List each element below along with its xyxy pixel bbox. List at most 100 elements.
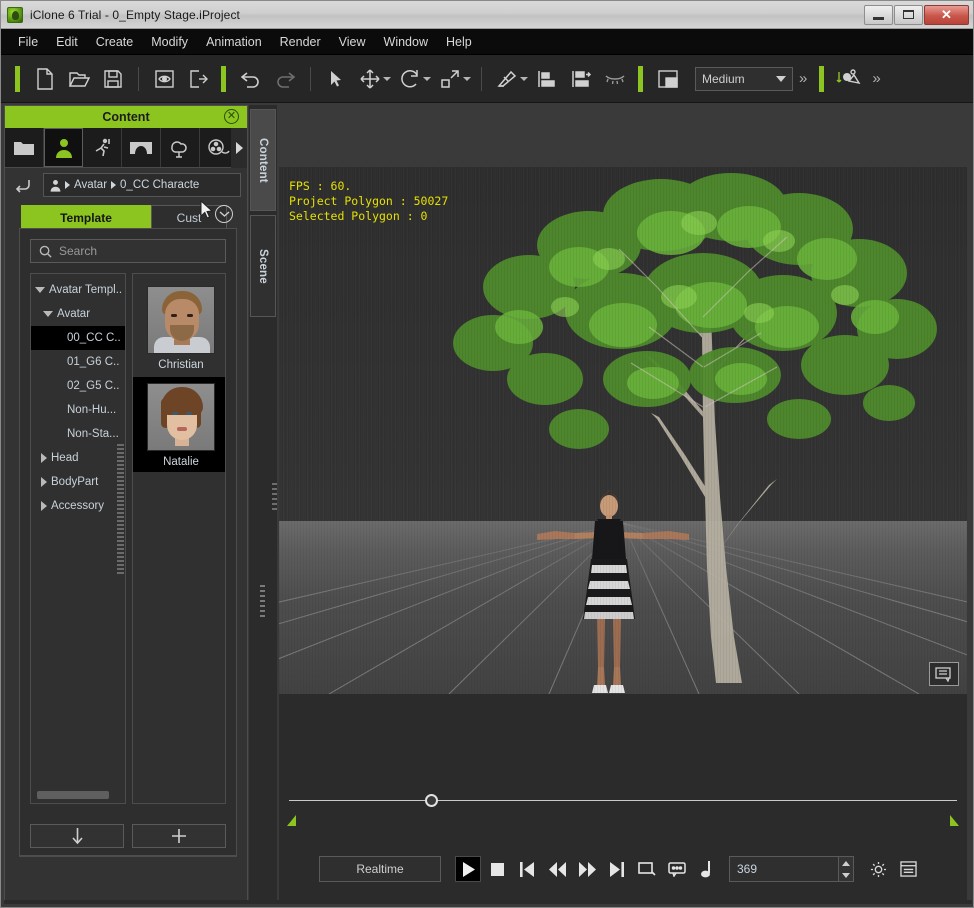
viewport-3d[interactable]: FPS : 60. Project Polygon : 50027 Select…: [279, 167, 967, 694]
dock-resize-handle[interactable]: [260, 585, 265, 619]
range-start-marker[interactable]: [287, 815, 296, 826]
search-input[interactable]: Search: [30, 239, 226, 263]
tab-stage[interactable]: [122, 128, 161, 167]
move-tool-dropdown[interactable]: [383, 76, 391, 81]
tree-item-head[interactable]: Head: [31, 446, 125, 470]
export-button[interactable]: [181, 62, 215, 96]
align-button[interactable]: [530, 62, 564, 96]
tree-item-label: 01_G6 C..: [67, 356, 120, 368]
menu-window[interactable]: Window: [375, 31, 437, 53]
tree-horizontal-scrollbar[interactable]: [37, 791, 109, 799]
menu-help[interactable]: Help: [437, 31, 481, 53]
render-video-button[interactable]: [832, 62, 866, 96]
rewind-button[interactable]: [543, 855, 571, 883]
open-project-button[interactable]: [62, 62, 96, 96]
list-item[interactable]: Natalie: [133, 377, 225, 472]
close-icon[interactable]: ✕: [224, 109, 239, 124]
prev-frame-button[interactable]: [513, 855, 541, 883]
toolbar-overflow-button[interactable]: »: [799, 71, 807, 86]
redo-button[interactable]: [268, 62, 302, 96]
play-button[interactable]: [455, 856, 481, 882]
tree-item-00-cc-character[interactable]: 00_CC C..: [31, 326, 125, 350]
audio-button[interactable]: [693, 855, 721, 883]
tree-item-label: Avatar Templ..: [49, 284, 123, 296]
frame-decrement-button[interactable]: [839, 869, 853, 881]
menu-view[interactable]: View: [330, 31, 375, 53]
maximize-button[interactable]: [894, 4, 923, 25]
align-distribute-button[interactable]: [564, 62, 598, 96]
content-browser: Search Avatar Templ.. Avatar 00_CC C.. 0…: [19, 228, 237, 857]
open-timeline-button[interactable]: [894, 855, 922, 883]
tree-item-avatar[interactable]: Avatar: [31, 302, 125, 326]
menu-animation[interactable]: Animation: [197, 31, 271, 53]
edit-motion-dropdown[interactable]: [520, 76, 528, 81]
tab-motion[interactable]: [83, 128, 122, 167]
undo-button[interactable]: [234, 62, 268, 96]
scale-tool-button[interactable]: [433, 62, 467, 96]
rotate-tool-dropdown[interactable]: [423, 76, 431, 81]
tab-prop[interactable]: [161, 128, 200, 167]
menu-render[interactable]: Render: [271, 31, 330, 53]
dock-tab-content[interactable]: Content: [250, 109, 276, 211]
breadcrumb-segment-cc-character[interactable]: 0_CC Characte: [120, 179, 199, 191]
dock-tab-scene[interactable]: Scene: [250, 215, 276, 317]
current-frame-input[interactable]: 369: [729, 856, 839, 882]
timeline-thumb[interactable]: [425, 794, 438, 807]
tree-item-02-g5-character[interactable]: 02_G5 C..: [31, 374, 125, 398]
tree-item-bodypart[interactable]: BodyPart: [31, 470, 125, 494]
scale-tool-dropdown[interactable]: [463, 76, 471, 81]
stop-button[interactable]: [483, 855, 511, 883]
menu-create[interactable]: Create: [87, 31, 143, 53]
menu-edit[interactable]: Edit: [47, 31, 87, 53]
tab-avatar[interactable]: [44, 128, 83, 167]
tree-item-non-standard[interactable]: Non-Sta...: [31, 422, 125, 446]
edit-motion-button[interactable]: [490, 62, 524, 96]
menu-modify[interactable]: Modify: [142, 31, 197, 53]
timeline-scrubber[interactable]: [289, 794, 957, 808]
menu-file[interactable]: File: [9, 31, 47, 53]
load-button[interactable]: [30, 824, 124, 848]
save-project-button[interactable]: [96, 62, 130, 96]
realtime-button[interactable]: Realtime: [319, 856, 441, 882]
select-tool-button[interactable]: [319, 62, 353, 96]
avatar-thumbnail-natalie: [147, 383, 215, 451]
hide-button[interactable]: [598, 62, 632, 96]
range-end-marker[interactable]: [950, 815, 959, 826]
mouse-cursor-icon: [199, 199, 215, 225]
close-button[interactable]: ✕: [924, 4, 969, 25]
frame-increment-button[interactable]: [839, 857, 853, 869]
loop-button[interactable]: [633, 855, 661, 883]
add-button[interactable]: [132, 824, 226, 848]
tree-item-avatar-templates[interactable]: Avatar Templ..: [31, 278, 125, 302]
tree-item-01-g6-character[interactable]: 01_G6 C..: [31, 350, 125, 374]
content-tabs-more-button[interactable]: [231, 128, 247, 168]
quality-select[interactable]: Medium: [695, 66, 793, 91]
search-placeholder: Search: [59, 244, 98, 258]
help-chevron-icon[interactable]: [215, 205, 233, 223]
subtitle-button[interactable]: [663, 855, 691, 883]
move-tool-button[interactable]: [353, 62, 387, 96]
next-frame-button[interactable]: [603, 855, 631, 883]
minimize-button[interactable]: [864, 4, 893, 25]
timeline-settings-button[interactable]: [864, 855, 892, 883]
breadcrumb-back-button[interactable]: [11, 174, 35, 196]
timeline-area: Realtime 369: [279, 694, 967, 902]
tree-vertical-scrollbar[interactable]: [117, 444, 124, 574]
timeline-track[interactable]: [289, 800, 957, 801]
toolbar-overflow-button-2[interactable]: »: [872, 71, 880, 86]
tab-template[interactable]: Template: [21, 205, 151, 229]
viewport-resize-handle[interactable]: [272, 483, 277, 513]
tab-folder[interactable]: [5, 128, 44, 167]
forward-button[interactable]: [573, 855, 601, 883]
tree-item-accessory[interactable]: Accessory: [31, 494, 125, 518]
new-project-button[interactable]: [28, 62, 62, 96]
viewport-layout-button[interactable]: [651, 62, 685, 96]
category-tree[interactable]: Avatar Templ.. Avatar 00_CC C.. 01_G6 C.…: [30, 273, 126, 804]
list-item[interactable]: Christian: [133, 280, 225, 375]
rotate-tool-button[interactable]: [393, 62, 427, 96]
preview-button[interactable]: [147, 62, 181, 96]
tree-item-non-human[interactable]: Non-Hu...: [31, 398, 125, 422]
viewport-notes-button[interactable]: [929, 662, 959, 686]
breadcrumb-segment-avatar[interactable]: Avatar: [74, 179, 107, 191]
breadcrumb[interactable]: Avatar 0_CC Characte: [43, 173, 241, 197]
